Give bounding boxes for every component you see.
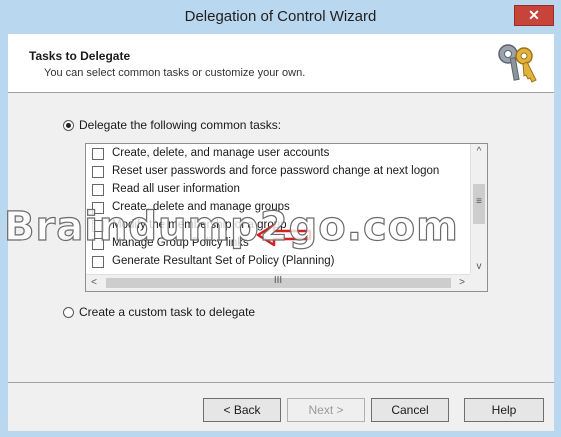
task-label: Reset user passwords and force password … bbox=[112, 165, 440, 177]
task-label: Read all user information bbox=[112, 183, 240, 195]
vertical-scrollbar[interactable]: ^ ≡ v bbox=[470, 144, 487, 275]
delegate-common-radio[interactable] bbox=[63, 120, 74, 131]
scrollbar-corner bbox=[470, 274, 487, 291]
task-checkbox[interactable] bbox=[92, 166, 104, 178]
horizontal-scrollbar[interactable]: < III > bbox=[86, 274, 471, 291]
custom-task-label: Create a custom task to delegate bbox=[79, 305, 256, 319]
next-button[interactable]: Next > bbox=[287, 398, 365, 422]
task-item[interactable]: Create, delete, and manage user accounts bbox=[92, 145, 471, 163]
back-button[interactable]: < Back bbox=[203, 398, 281, 422]
scroll-up-icon[interactable]: ^ bbox=[471, 144, 487, 160]
scroll-hgrip-icon: III bbox=[273, 275, 283, 286]
delegate-common-label: Delegate the following common tasks: bbox=[79, 118, 282, 132]
window-title: Delegation of Control Wizard bbox=[184, 8, 377, 25]
scroll-grip-icon: ≡ bbox=[476, 196, 482, 207]
wizard-window: Delegation of Control Wizard ✕ Tasks to … bbox=[0, 0, 561, 437]
task-item[interactable]: Reset user passwords and force password … bbox=[92, 163, 471, 181]
task-checkbox[interactable] bbox=[92, 148, 104, 160]
watermark-text: Braindump2go.com bbox=[3, 203, 459, 250]
title-bar: Delegation of Control Wizard ✕ bbox=[0, 0, 561, 32]
close-button[interactable]: ✕ bbox=[514, 5, 554, 26]
task-label: Create, delete, and manage user accounts bbox=[112, 147, 330, 159]
task-checkbox[interactable] bbox=[92, 256, 104, 268]
task-checkbox[interactable] bbox=[92, 184, 104, 196]
key-icon bbox=[498, 44, 537, 83]
task-label: Generate Resultant Set of Policy (Planni… bbox=[112, 255, 335, 267]
custom-task-radio[interactable] bbox=[63, 307, 74, 318]
page-subtitle: You can select common tasks or customize… bbox=[44, 67, 306, 79]
task-item[interactable]: Generate Resultant Set of Policy (Planni… bbox=[92, 253, 471, 271]
scroll-right-icon[interactable]: > bbox=[454, 275, 470, 291]
cancel-button[interactable]: Cancel bbox=[371, 398, 449, 422]
scroll-down-icon[interactable]: v bbox=[471, 259, 487, 275]
scroll-left-icon[interactable]: < bbox=[86, 275, 102, 291]
task-item[interactable]: Read all user information bbox=[92, 181, 471, 199]
help-button[interactable]: Help bbox=[464, 398, 544, 422]
wizard-header: Tasks to Delegate You can select common … bbox=[8, 34, 554, 93]
page-title: Tasks to Delegate bbox=[29, 49, 131, 63]
footer-divider bbox=[8, 382, 554, 383]
